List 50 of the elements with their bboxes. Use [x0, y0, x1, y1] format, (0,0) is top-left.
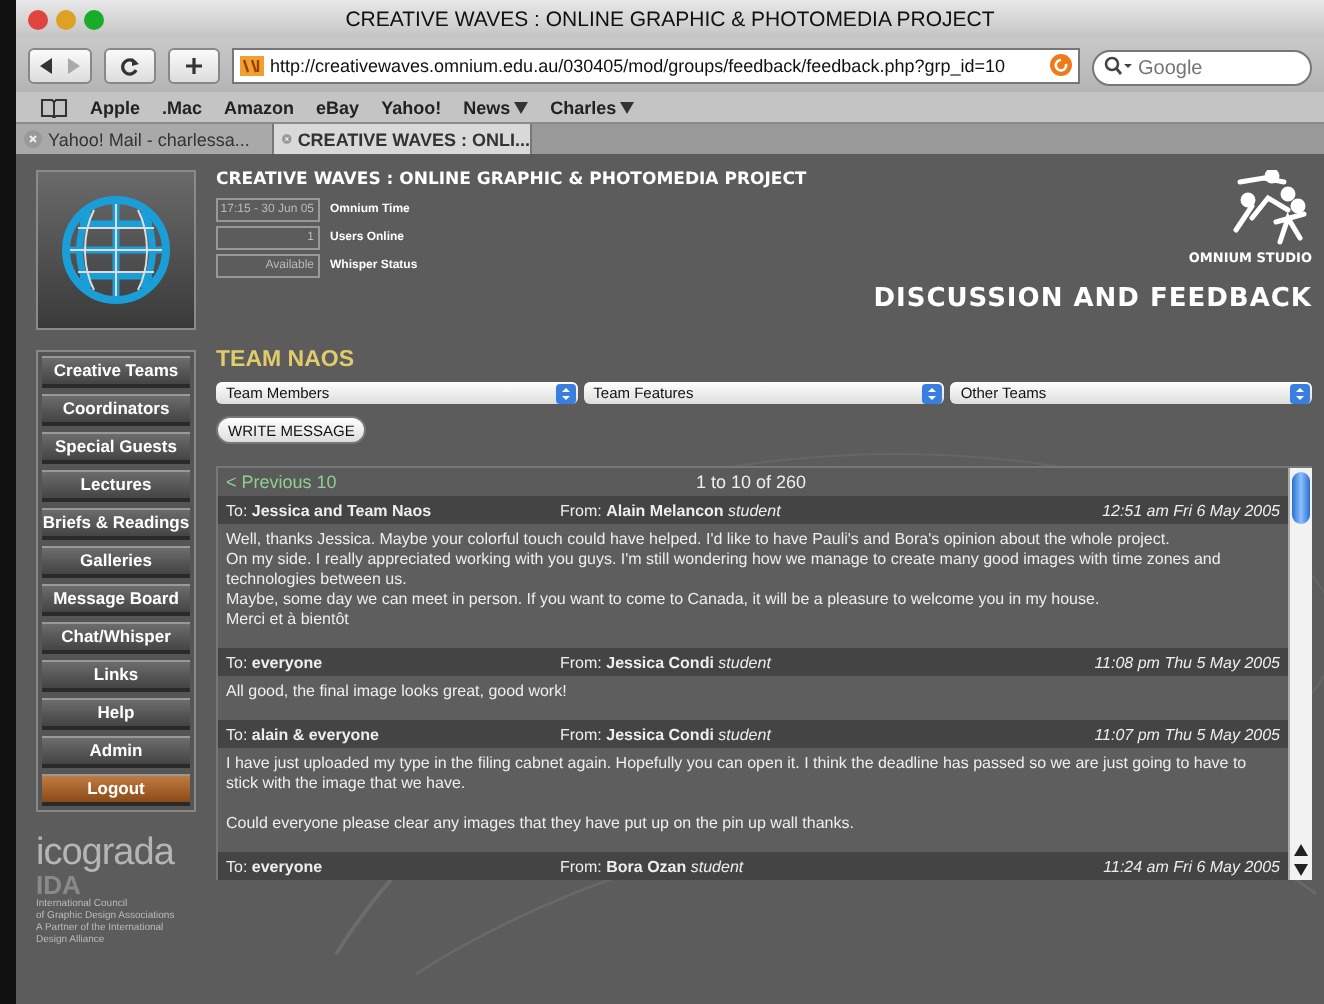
bookmark-link[interactable]: Charles [550, 97, 635, 117]
sender-text: From: Alain Melancon student [560, 501, 783, 519]
logout-button[interactable]: Logout [42, 774, 190, 806]
nav-button[interactable]: Lectures [42, 470, 190, 502]
message-text: All good, the final image looks great, good work! [226, 682, 569, 702]
bookmark-link[interactable]: Apple [90, 97, 141, 117]
message-text: Could everyone please clear any images that they have put up on the pin up wall thanks. [226, 814, 856, 834]
partner-logo-text: icograda [36, 836, 177, 872]
bookmark-link[interactable]: Yahoo! [381, 97, 442, 117]
message-time: 12:51 am Fri 6 May 2005 [1102, 501, 1280, 519]
recipient-text: To: alain & everyone [226, 725, 381, 743]
message-text: On my side. I really appreciated working with you guys. I'm still wondering how we manage to create many good images with time zones and technologies between us. [226, 550, 1223, 590]
nav-button[interactable]: Special Guests [42, 432, 190, 464]
page-range: 1 to 10 of 260 [696, 472, 807, 492]
nav-button[interactable]: Message Board [42, 584, 190, 616]
previous-link[interactable]: < Previous 10 [226, 472, 696, 492]
message-text: I have just uploaded my type in the filing cabnet again. Hopefully you can open it. I think the deadline has passed so we are just going to have to stick with the image that we have. [226, 754, 1249, 794]
address-field[interactable]: http://creativewaves.omnium.edu.au/030405/mod/groups/feedback/feedback.php?grp_id=10 [232, 47, 1080, 83]
message-time: 11:07 pm Thu 5 May 2005 [1094, 725, 1280, 743]
browser-tab[interactable]: CREATIVE WAVES : ONLI... [274, 124, 532, 154]
nav-button[interactable]: Creative Teams [42, 356, 190, 388]
recipient-text: To: everyone [226, 653, 325, 671]
recipient-text: To: everyone [226, 857, 325, 875]
team-heading: TEAM NAOS [216, 348, 356, 372]
nav-button[interactable]: Links [42, 660, 190, 692]
message-time: 11:24 am Fri 6 May 2005 [1103, 857, 1280, 875]
message-time: 11:08 pm Thu 5 May 2005 [1094, 653, 1280, 671]
nav-button[interactable]: Briefs & Readings [42, 508, 190, 540]
message-text: Maybe, some day we can meet in person. If you want to come to Canada, it will be a pleasure to welcome you in my house. [226, 590, 1102, 610]
bookmark-link[interactable]: .Mac [162, 97, 203, 117]
nav-button[interactable]: Chat/Whisper [42, 622, 190, 654]
sender-text: From: Jessica Condi student [560, 725, 774, 743]
message-text: Merci et à bientôt [226, 610, 351, 630]
nav-button[interactable]: Coordinators [42, 394, 190, 426]
sender-text: From: Bora Ozan student [560, 857, 746, 875]
message-text: Well, thanks Jessica. Maybe your colorful touch could have helped. I'd like to have Pauli's and Bora's opinion about the whole project. [226, 530, 1172, 550]
nav-button[interactable]: Galleries [42, 546, 190, 578]
search-field[interactable]: Google [1092, 50, 1312, 86]
nav-button[interactable]: Admin [42, 736, 190, 768]
url-text: http://creativewaves.omnium.edu.au/030405/mod/groups/feedback/feedback.php?grp_id=10 [270, 55, 1007, 75]
bookmark-link[interactable]: News [463, 97, 529, 117]
nav-button[interactable]: Help [42, 698, 190, 730]
sender-text: From: Jessica Condi student [560, 653, 774, 671]
browser-tab[interactable]: Yahoo! Mail - charlessa... [16, 124, 274, 154]
site-title: CREATIVE WAVES : ONLINE GRAPHIC & PHOTOMEDIA PROJECT [216, 170, 807, 190]
bookmark-link[interactable]: eBay [316, 97, 360, 117]
recipient-text: To: Jessica and Team Naos [226, 501, 434, 519]
window-title: CREATIVE WAVES : ONLINE GRAPHIC & PHOTOMEDIA PROJECT [343, 7, 997, 31]
bookmark-link[interactable]: Amazon [224, 97, 295, 117]
page-heading: DISCUSSION AND FEEDBACK [873, 284, 1312, 314]
